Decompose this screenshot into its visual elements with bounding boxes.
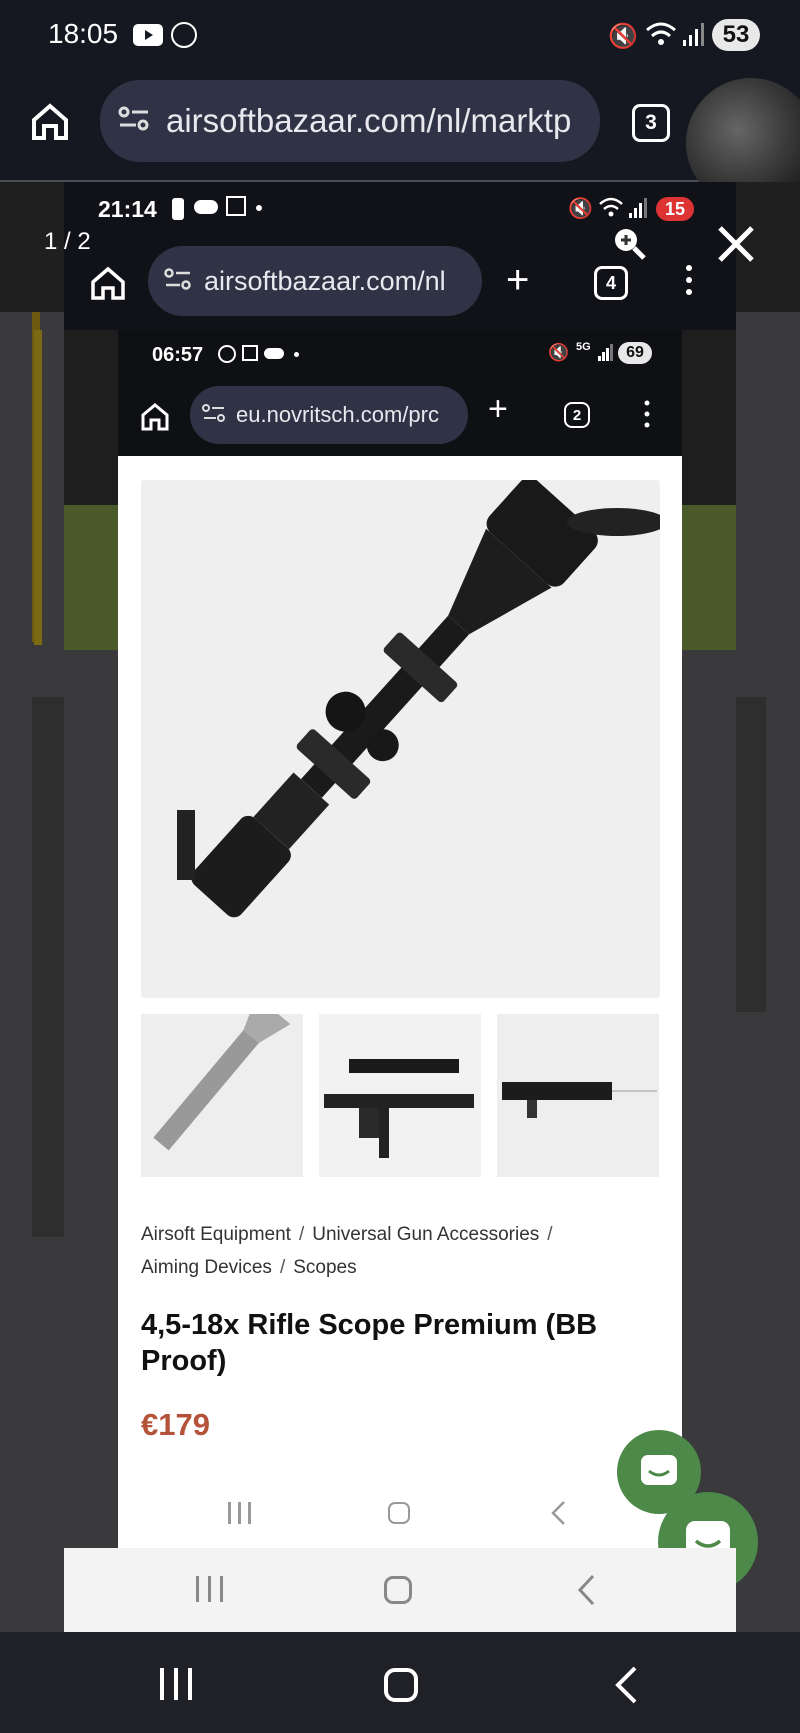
outer-status-bar: 18:05 🔇 53	[0, 0, 800, 72]
site-settings-icon[interactable]	[202, 403, 226, 428]
home-icon[interactable]	[30, 102, 70, 147]
network-indicator: 5G	[576, 341, 591, 353]
tab-switcher-button[interactable]: 2	[564, 402, 590, 428]
youtube-icon	[133, 24, 163, 46]
recents-icon[interactable]	[228, 1502, 252, 1529]
mute-icon: 🔇	[548, 343, 570, 362]
image-counter: 1 / 2	[44, 228, 91, 255]
alert-icon	[172, 198, 184, 220]
zoom-in-icon[interactable]	[612, 226, 648, 267]
signal-icon	[683, 22, 705, 53]
breadcrumb-link[interactable]: Aiming Devices	[141, 1257, 272, 1278]
lens-cap-rear	[177, 810, 195, 880]
status-time: 21:14	[98, 196, 157, 222]
messenger-icon	[171, 22, 197, 48]
thumbnail-2[interactable]	[319, 1014, 481, 1177]
signal-icon	[598, 344, 614, 367]
chat-icon	[641, 1455, 677, 1485]
recents-icon[interactable]	[196, 1576, 224, 1607]
dot-icon	[294, 352, 299, 357]
menu-icon[interactable]	[686, 264, 692, 296]
new-tab-button[interactable]: +	[488, 392, 508, 426]
back-icon[interactable]	[576, 1574, 596, 1611]
mute-icon: 🔇	[608, 23, 638, 50]
wifi-icon	[598, 196, 624, 223]
battery-indicator: 53	[712, 19, 760, 51]
thumbnail-1[interactable]	[141, 995, 303, 1177]
screenshot-icon	[242, 345, 258, 361]
inner-nav-bar	[118, 1480, 682, 1548]
whatsapp-icon	[218, 345, 236, 363]
breadcrumb-link[interactable]: Airsoft Equipment	[141, 1224, 291, 1245]
close-icon[interactable]	[716, 224, 756, 269]
battery-indicator: 69	[618, 342, 652, 364]
middle-accent	[34, 330, 42, 645]
back-icon[interactable]	[550, 1500, 566, 1531]
outer-nav-bar	[0, 1632, 800, 1733]
product-title-line: Proof)	[141, 1345, 227, 1377]
status-time: 18:05	[48, 18, 119, 49]
url-bar[interactable]: eu.novritsch.com/prc	[190, 386, 468, 444]
breadcrumb-link[interactable]: Universal Gun Accessories	[312, 1224, 539, 1245]
url-text: airsoftbazaar.com/nl	[204, 265, 446, 296]
new-tab-button[interactable]: +	[506, 260, 529, 300]
bg-block	[736, 697, 766, 1012]
thumbnail-3[interactable]	[497, 1014, 659, 1177]
cloud-icon	[264, 348, 284, 359]
product-main-image[interactable]	[141, 477, 667, 998]
home-icon[interactable]	[90, 266, 126, 307]
product-title: 4,5-18x Rifle Scope Premium (BB Proof)	[141, 1307, 661, 1379]
url-text: eu.novritsch.com/prc	[236, 402, 439, 427]
breadcrumb: Airsoft Equipment / Universal Gun Accessor…	[141, 1224, 553, 1278]
inner-status-bar: 06:57 🔇 5G 69	[118, 330, 682, 380]
url-bar[interactable]: airsoftbazaar.com/nl	[148, 246, 482, 316]
url-bar[interactable]: airsoftbazaar.com/nl/marktp	[100, 80, 600, 162]
site-settings-icon[interactable]	[164, 267, 192, 296]
dot-icon	[256, 205, 262, 211]
tab-switcher-button[interactable]: 4	[594, 266, 628, 300]
wifi-icon	[645, 20, 677, 53]
signal-icon	[629, 198, 647, 225]
recents-icon[interactable]	[160, 1668, 192, 1705]
home-nav-icon[interactable]	[388, 1502, 410, 1524]
status-time: 06:57	[152, 344, 204, 366]
product-title-line: 4,5-18x Rifle Scope Premium (BB	[141, 1309, 598, 1341]
outer-browser-toolbar: airsoftbazaar.com/nl/marktp 3	[0, 72, 800, 208]
home-icon[interactable]	[140, 402, 170, 437]
tab-switcher-button[interactable]: 3	[632, 104, 670, 142]
product-price: €179	[141, 1407, 210, 1442]
home-nav-icon[interactable]	[384, 1576, 412, 1604]
scope-thumbnail-icon	[153, 995, 291, 1151]
bg-block	[32, 697, 64, 1237]
cloud-icon	[194, 200, 218, 214]
site-settings-icon[interactable]	[118, 105, 150, 138]
rifle-thumbnail-icon	[324, 1059, 474, 1158]
middle-nav-bar	[64, 1548, 736, 1632]
menu-icon[interactable]	[644, 400, 650, 433]
home-nav-icon[interactable]	[384, 1668, 418, 1702]
mute-icon: 🔇	[568, 198, 593, 220]
breadcrumb-link[interactable]: Scopes	[293, 1257, 356, 1278]
screenshot-icon	[226, 196, 246, 216]
rifle-scope-illustration	[177, 477, 667, 918]
url-text: airsoftbazaar.com/nl/marktp	[166, 102, 572, 139]
battery-indicator: 15	[656, 197, 694, 221]
inner-browser-toolbar: eu.novritsch.com/prc + 2	[118, 380, 682, 456]
back-icon[interactable]	[614, 1666, 638, 1709]
scope-side-thumbnail-icon	[502, 1082, 657, 1118]
